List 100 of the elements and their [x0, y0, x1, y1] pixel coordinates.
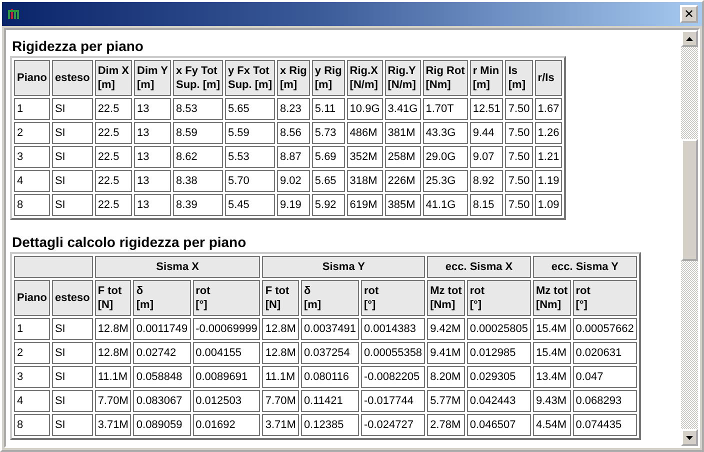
table-cell: 8.87 [276, 146, 310, 168]
table-cell: SI [52, 390, 93, 412]
table-cell: 4 [14, 390, 50, 412]
table-cell: 8.59 [172, 122, 223, 144]
table-cell: 318M [346, 170, 383, 192]
table-cell: SI [52, 98, 93, 120]
column-header: x Rig [m] [276, 60, 310, 96]
table-cell: 2 [14, 122, 50, 144]
column-header: rot [°] [192, 280, 260, 316]
table-cell: 12.8M [94, 318, 132, 340]
table-cell: 0.11421 [300, 390, 359, 412]
table-cell: 3 [14, 146, 50, 168]
table-cell: 8.15 [470, 194, 504, 216]
table-cell: 7.50 [505, 98, 533, 120]
column-header: Rig Rot [Nm] [422, 60, 468, 96]
table-cell: 0.046507 [466, 414, 531, 436]
table-cell: 0.00055358 [360, 342, 426, 364]
table-cell: 5.73 [312, 122, 345, 144]
table-cell: 22.5 [94, 170, 132, 192]
table-cell: 5.69 [312, 146, 345, 168]
table-cell: 10.9G [346, 98, 383, 120]
column-header: Is [m] [505, 60, 533, 96]
table-cell: 5.65 [224, 98, 275, 120]
table-cell: 0.089059 [133, 414, 191, 436]
column-header: x Fy Tot Sup. [m] [172, 60, 223, 96]
table-cell: 1.19 [534, 170, 562, 192]
table-cell: 9.44 [470, 122, 504, 144]
table-cell: SI [52, 414, 93, 436]
column-header: Piano [14, 280, 50, 316]
table-cell: 22.5 [94, 98, 132, 120]
table-cell: 8.23 [276, 98, 310, 120]
table-cell: 9.02 [276, 170, 310, 192]
table-cell: 12.51 [470, 98, 504, 120]
table-cell: 1 [14, 98, 50, 120]
table-cell: 0.0089691 [192, 366, 260, 388]
table-cell: 1.26 [534, 122, 562, 144]
column-header: y Fx Tot Sup. [m] [224, 60, 275, 96]
table-cell: 13 [134, 194, 171, 216]
table-cell: 15.4M [532, 318, 571, 340]
table-cell: 12.8M [262, 342, 299, 364]
table-cell: 4.54M [532, 414, 571, 436]
table-cell: 0.0011749 [133, 318, 191, 340]
table-cell: 0.00025805 [466, 318, 531, 340]
table-cell: 3.41G [384, 98, 421, 120]
column-header: F tot [N] [262, 280, 299, 316]
table-cell: 1.70T [422, 98, 468, 120]
column-header: esteso [52, 280, 93, 316]
table-cell: 8.62 [172, 146, 223, 168]
table-cell: 7.50 [505, 170, 533, 192]
table-cell: SI [52, 318, 93, 340]
column-header: δ [m] [300, 280, 359, 316]
table-cell: 0.058848 [133, 366, 191, 388]
table-cell: 5.92 [312, 194, 345, 216]
group-header: ecc. Sisma X [427, 256, 531, 278]
table-cell: 5.77M [427, 390, 465, 412]
table-cell: 0.083067 [133, 390, 191, 412]
table-cell: 0.0014383 [360, 318, 426, 340]
table-cell: 9.43M [532, 390, 571, 412]
column-header: Dim Y [m] [134, 60, 171, 96]
down-arrow-icon [686, 436, 693, 440]
scroll-down-button[interactable] [681, 429, 698, 446]
table-cell: 15.4M [532, 342, 571, 364]
table-cell: 385M [384, 194, 421, 216]
column-header: Dim X [m] [94, 60, 132, 96]
table-cell: 0.00057662 [572, 318, 637, 340]
table-cell: 1.21 [534, 146, 562, 168]
column-header: Mz tot [Nm] [532, 280, 571, 316]
column-header: Piano [14, 60, 50, 96]
table-cell: 0.012985 [466, 342, 531, 364]
table-cell: 9.41M [427, 342, 465, 364]
table-cell: 3.71M [94, 414, 132, 436]
table-cell: -0.00069999 [192, 318, 260, 340]
table-cell: 41.1G [422, 194, 468, 216]
table-cell: -0.017744 [360, 390, 426, 412]
column-header: Rig.X [N/m] [346, 60, 383, 96]
table-cell: 5.59 [224, 122, 275, 144]
table-cell: 0.0037491 [300, 318, 359, 340]
table-cell: 8.92 [470, 170, 504, 192]
table-cell: 8.38 [172, 170, 223, 192]
table-cell: 13 [134, 122, 171, 144]
table-cell: 0.12385 [300, 414, 359, 436]
column-header: Rig.Y [N/m] [384, 60, 421, 96]
table-cell: SI [52, 122, 93, 144]
table-cell: 8.56 [276, 122, 310, 144]
table-cell: 7.50 [505, 194, 533, 216]
table-cell: 5.70 [224, 170, 275, 192]
table-cell: 4 [14, 170, 50, 192]
scroll-up-button[interactable] [681, 30, 698, 47]
table-cell: 5.11 [312, 98, 345, 120]
table-cell: 7.70M [94, 390, 132, 412]
column-header: δ [m] [133, 280, 191, 316]
scrollbar-thumb[interactable] [681, 139, 698, 261]
table-cell: 29.0G [422, 146, 468, 168]
table-cell: 0.037254 [300, 342, 359, 364]
scrollbar[interactable] [681, 30, 698, 446]
table-cell: 13 [134, 146, 171, 168]
table-cell: 258M [384, 146, 421, 168]
table-cell: 11.1M [94, 366, 132, 388]
close-button[interactable]: ✕ [680, 5, 698, 23]
table-cell: SI [52, 146, 93, 168]
